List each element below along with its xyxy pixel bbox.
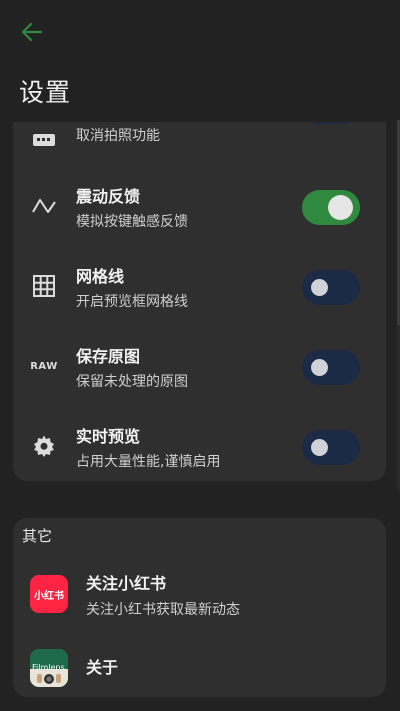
setting-row-live-preview[interactable]: 实时预览 占用大量性能,谨慎启用	[13, 411, 386, 481]
setting-subtitle: 保留未处理的原图	[76, 374, 188, 390]
about-title: 关于	[86, 658, 119, 677]
xiaohongshu-subtitle: 关注小红书获取最新动态	[86, 602, 240, 618]
arrow-left-icon	[21, 22, 43, 42]
settings-card: 取消拍照功能 震动反馈 模拟按键触感反馈 网格线 开启预览框网格线 RAW 保存…	[13, 122, 386, 481]
xiaohongshu-icon: 小红书	[30, 575, 68, 613]
setting-row-grid[interactable]: 网格线 开启预览框网格线	[13, 251, 386, 321]
raw-icon-label: RAW	[30, 360, 58, 372]
filmlens-icon-label: Filmlens	[32, 663, 65, 672]
setting-title: 实时预览	[76, 427, 141, 446]
setting-subtitle: 模拟按键触感反馈	[76, 214, 188, 230]
camera-off-icon	[31, 126, 57, 152]
page-title: 设置	[19, 78, 72, 107]
setting-subtitle: 开启预览框网格线	[76, 294, 188, 310]
raw-icon: RAW	[30, 353, 58, 379]
grid-icon	[31, 273, 57, 299]
save-raw-toggle[interactable]	[302, 350, 360, 385]
filmlens-app-icon: Filmlens	[30, 649, 68, 687]
setting-row-save-raw[interactable]: RAW 保存原图 保留未处理的原图	[13, 331, 386, 401]
toggle-knob	[311, 439, 328, 456]
toggle-knob	[311, 279, 328, 296]
xiaohongshu-icon-label: 小红书	[34, 590, 64, 602]
setting-title: 保存原图	[76, 347, 141, 366]
gear-icon	[31, 433, 57, 459]
live-preview-toggle[interactable]	[302, 430, 360, 465]
setting-row-vibration[interactable]: 震动反馈 模拟按键触感反馈	[13, 171, 386, 241]
setting-subtitle: 取消拍照功能	[76, 128, 160, 144]
section-title-other: 其它	[22, 527, 53, 545]
setting-title: 网格线	[76, 267, 125, 286]
vibration-wave-icon	[31, 193, 57, 219]
setting-subtitle: 占用大量性能,谨慎启用	[76, 454, 221, 470]
setting-row-disable-capture[interactable]: 取消拍照功能	[13, 122, 386, 174]
xiaohongshu-title: 关注小红书	[86, 574, 167, 593]
grid-toggle[interactable]	[302, 270, 360, 305]
vibration-toggle[interactable]	[302, 190, 360, 225]
toggle-knob	[311, 359, 328, 376]
disable-capture-toggle[interactable]	[302, 122, 360, 124]
other-card: 其它 小红书 关注小红书 关注小红书获取最新动态 Filmlens 关于	[13, 518, 386, 697]
back-button[interactable]	[18, 18, 46, 46]
setting-title: 震动反馈	[76, 187, 141, 206]
toggle-knob	[328, 195, 353, 220]
